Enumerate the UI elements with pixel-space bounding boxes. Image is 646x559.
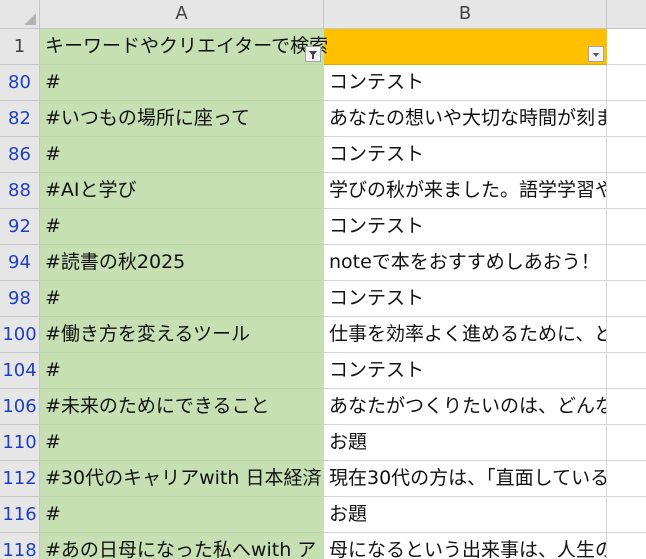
row-number[interactable]: 110	[0, 425, 40, 461]
row-number[interactable]: 104	[0, 353, 40, 389]
cell-c[interactable]	[607, 317, 646, 353]
table-row: 104 # コンテスト	[0, 353, 646, 389]
column-header-b[interactable]: B	[324, 0, 607, 29]
row-number[interactable]: 106	[0, 389, 40, 425]
spreadsheet-grid: A B 1 キーワードやクリエイターで検索 80 # コンテスト 82 #いつもの場所に…	[0, 0, 646, 559]
row-number[interactable]: 98	[0, 281, 40, 317]
row-number[interactable]: 86	[0, 137, 40, 173]
cell-b[interactable]: お題	[324, 425, 607, 461]
cell-c1[interactable]	[607, 29, 646, 65]
cell-a[interactable]: #	[40, 209, 324, 245]
rows-container: 1 キーワードやクリエイターで検索 80 # コンテスト 82 #いつもの場所に座ってあ…	[0, 29, 646, 559]
table-row: 94 #読書の秋2025 noteで本をおすすめしあおう！ 9月	[0, 245, 646, 281]
header-row: 1 キーワードやクリエイターで検索	[0, 29, 646, 65]
row-number[interactable]: 118	[0, 533, 40, 559]
cell-c[interactable]	[607, 101, 646, 137]
cell-c[interactable]	[607, 173, 646, 209]
cell-b[interactable]: あなたがつくりたいのは、どんな未	[324, 389, 607, 425]
table-row: 118 #あの日母になった私へwith ア母になるという出来事は、人生の大	[0, 533, 646, 559]
filter-stem	[312, 55, 314, 59]
row-number[interactable]: 1	[0, 29, 40, 65]
cell-a[interactable]: #未来のためにできること	[40, 389, 324, 425]
filter-button-a[interactable]	[305, 46, 321, 62]
cell-a1[interactable]: キーワードやクリエイターで検索	[40, 29, 328, 65]
cell-a[interactable]: #あの日母になった私へwith ア	[40, 533, 324, 559]
table-row: 106 #未来のためにできること あなたがつくりたいのは、どんな未	[0, 389, 646, 425]
cell-c[interactable]	[607, 461, 646, 497]
cell-b[interactable]: コンテスト	[324, 137, 607, 173]
cell-b[interactable]: 学びの秋が来ました。語学学習や読	[324, 173, 607, 209]
cell-b[interactable]: noteで本をおすすめしあおう！ 9月	[324, 245, 607, 281]
cell-c[interactable]	[607, 389, 646, 425]
row-number[interactable]: 112	[0, 461, 40, 497]
cell-c[interactable]	[607, 353, 646, 389]
cell-c[interactable]	[607, 281, 646, 317]
row-number[interactable]: 80	[0, 65, 40, 101]
cell-a[interactable]: #働き方を変えるツール	[40, 317, 324, 353]
row-number[interactable]: 100	[0, 317, 40, 353]
column-header-c[interactable]	[607, 0, 646, 29]
row-number[interactable]: 88	[0, 173, 40, 209]
row-number[interactable]: 116	[0, 497, 40, 533]
select-all-triangle-icon	[24, 13, 36, 25]
cell-c[interactable]	[607, 533, 646, 559]
row-number[interactable]: 92	[0, 209, 40, 245]
cell-b[interactable]: 仕事を効率よく進めるために、どん	[324, 317, 607, 353]
cell-a[interactable]: #いつもの場所に座って	[40, 101, 324, 137]
row-number[interactable]: 82	[0, 101, 40, 137]
cell-c[interactable]	[607, 497, 646, 533]
cell-c[interactable]	[607, 137, 646, 173]
cell-b[interactable]: 母になるという出来事は、人生の大	[324, 533, 607, 559]
table-row: 98 # コンテスト	[0, 281, 646, 317]
cell-a[interactable]: #	[40, 65, 324, 101]
cell-a[interactable]: #	[40, 497, 324, 533]
cell-c[interactable]	[607, 65, 646, 101]
cell-b[interactable]: コンテスト	[324, 281, 607, 317]
cell-a[interactable]: #30代のキャリアwith 日本経済	[40, 461, 324, 497]
column-header-a[interactable]: A	[40, 0, 324, 29]
cell-b[interactable]: あなたの想いや大切な時間が刻まれ	[324, 101, 607, 137]
filter-button-b[interactable]	[588, 46, 604, 62]
table-row: 116 # お題	[0, 497, 646, 533]
cell-a[interactable]: #読書の秋2025	[40, 245, 324, 281]
table-row: 92 # コンテスト	[0, 209, 646, 245]
table-row: 88 #AIと学び 学びの秋が来ました。語学学習や読	[0, 173, 646, 209]
row-number[interactable]: 94	[0, 245, 40, 281]
cell-b[interactable]: お題	[324, 497, 607, 533]
table-row: 112 #30代のキャリアwith 日本経済 現在30代の方は、「直面している仕	[0, 461, 646, 497]
table-row: 100 #働き方を変えるツール 仕事を効率よく進めるために、どん	[0, 317, 646, 353]
cell-a[interactable]: #	[40, 425, 324, 461]
cell-b[interactable]: コンテスト	[324, 65, 607, 101]
dropdown-arrow-icon	[593, 53, 599, 57]
cell-a[interactable]: #AIと学び	[40, 173, 324, 209]
cell-a[interactable]: #	[40, 353, 324, 389]
cell-c[interactable]	[607, 209, 646, 245]
table-row: 110 # お題	[0, 425, 646, 461]
cell-a[interactable]: #	[40, 137, 324, 173]
cell-a[interactable]: #	[40, 281, 324, 317]
cell-c[interactable]	[607, 245, 646, 281]
cell-b1[interactable]	[324, 29, 607, 65]
header-cell-text: キーワードやクリエイターで検索	[45, 35, 329, 57]
cell-c[interactable]	[607, 425, 646, 461]
cell-b[interactable]: 現在30代の方は、「直面している仕	[324, 461, 607, 497]
cell-b[interactable]: コンテスト	[324, 209, 607, 245]
select-all-corner[interactable]	[0, 0, 40, 29]
table-row: 86 # コンテスト	[0, 137, 646, 173]
table-row: 80 # コンテスト	[0, 65, 646, 101]
cell-b[interactable]: コンテスト	[324, 353, 607, 389]
table-row: 82 #いつもの場所に座って あなたの想いや大切な時間が刻まれ	[0, 101, 646, 137]
